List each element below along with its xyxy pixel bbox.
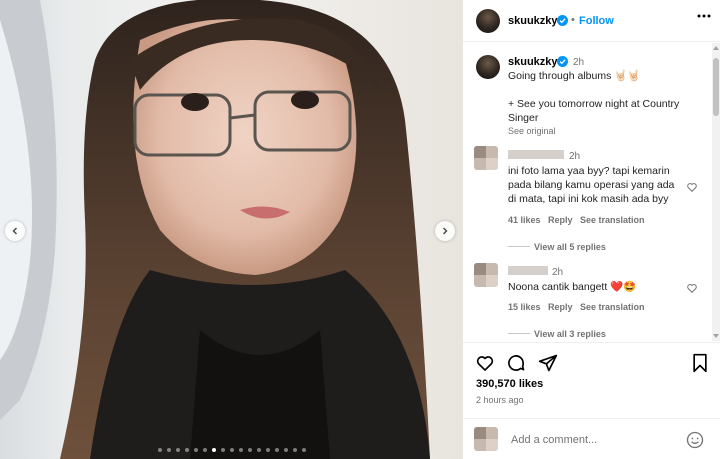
carousel-indicator	[0, 448, 463, 452]
carousel-dot	[193, 448, 198, 452]
carousel-dot	[238, 448, 243, 452]
carousel-dot	[229, 448, 234, 452]
carousel-dot	[256, 448, 261, 452]
more-options-icon[interactable]	[697, 14, 711, 18]
carousel-dot	[301, 448, 306, 452]
carousel-dot	[175, 448, 180, 452]
author-username[interactable]: skuukzky	[508, 15, 558, 27]
smiley-icon[interactable]	[686, 431, 704, 449]
carousel-dot	[274, 448, 279, 452]
likes-count[interactable]: 390,570 likes	[476, 378, 543, 390]
caption-text-line1: Going through albums 🤘🏻🤘🏻	[508, 70, 641, 82]
carousel-dot	[292, 448, 297, 452]
reply-link[interactable]: Reply	[548, 215, 573, 225]
commenter-username-blurred[interactable]	[508, 266, 548, 275]
carousel-dot	[211, 448, 216, 452]
add-comment-input[interactable]: Add a comment...	[511, 434, 597, 446]
comment-like-heart-icon[interactable]	[686, 181, 698, 193]
scroll-down-arrow-icon[interactable]	[713, 334, 719, 338]
post-header: skuukzky • Follow	[463, 0, 720, 42]
author-avatar[interactable]	[476, 9, 500, 33]
carousel-dot	[220, 448, 225, 452]
replies-divider	[508, 246, 530, 247]
separator-dot: •	[571, 14, 575, 26]
caption-text-line3: Singer	[508, 112, 539, 124]
scroll-up-arrow-icon[interactable]	[713, 46, 719, 50]
selfie-image	[0, 0, 463, 459]
carousel-dot	[166, 448, 171, 452]
commenter-avatar[interactable]	[474, 263, 498, 287]
chevron-left-icon	[12, 227, 17, 235]
heart-icon[interactable]	[475, 353, 495, 373]
post-side-panel: skuukzky • Follow skuukzky 2h Going thro…	[463, 0, 720, 459]
add-comment-bar: Add a comment...	[463, 418, 720, 459]
scrollbar-thumb[interactable]	[713, 58, 719, 116]
current-user-avatar	[474, 427, 498, 451]
next-photo-button[interactable]	[435, 221, 455, 241]
carousel-dot	[157, 448, 162, 452]
comment-icon[interactable]	[506, 353, 526, 373]
comment-text-line: ini foto lama yaa byy? tapi kemarin	[508, 165, 670, 177]
carousel-dot	[202, 448, 207, 452]
comment-text-line: di mata, tapi ini kok masih ada byy	[508, 193, 669, 205]
caption-time: 2h	[573, 57, 585, 68]
comment-text-line: pada bilang kamu operasi yang ada	[508, 179, 675, 191]
carousel-dot	[283, 448, 288, 452]
carousel-dot	[247, 448, 252, 452]
commenter-avatar[interactable]	[474, 146, 498, 170]
caption-avatar[interactable]	[476, 55, 500, 79]
bookmark-icon[interactable]	[691, 353, 709, 373]
post-photo[interactable]	[0, 0, 463, 459]
replies-divider	[508, 333, 530, 334]
previous-photo-button[interactable]	[5, 221, 25, 241]
view-replies-link[interactable]: View all 5 replies	[534, 242, 606, 252]
comment-like-heart-icon[interactable]	[686, 282, 698, 294]
carousel-dot	[184, 448, 189, 452]
paper-plane-icon[interactable]	[538, 353, 558, 373]
post-timestamp: 2 hours ago	[476, 395, 524, 405]
see-translation-link[interactable]: See translation	[580, 215, 645, 225]
see-original-link[interactable]: See original	[508, 126, 556, 136]
view-replies-link[interactable]: View all 3 replies	[534, 329, 606, 339]
verified-badge-icon	[557, 15, 568, 26]
reply-link[interactable]: Reply	[548, 302, 573, 312]
comment-time: 2h	[552, 267, 564, 278]
comment-time: 2h	[569, 151, 581, 162]
carousel-dot	[265, 448, 270, 452]
chevron-right-icon	[443, 227, 448, 235]
caption-username[interactable]: skuukzky	[508, 56, 558, 68]
comments-scrollbar[interactable]	[712, 43, 720, 341]
see-translation-link[interactable]: See translation	[580, 302, 645, 312]
verified-badge-icon	[557, 56, 568, 67]
follow-button[interactable]: Follow	[579, 15, 614, 27]
comment-text-line: Noona cantik bangett ❤️🤩	[508, 281, 637, 293]
comments-section[interactable]: skuukzky 2h Going through albums 🤘🏻🤘🏻 + …	[463, 43, 720, 341]
caption-text-line2: + See you tomorrow night at Country	[508, 98, 680, 110]
comment-likes-count[interactable]: 41 likes	[508, 215, 541, 225]
commenter-username-blurred[interactable]	[508, 150, 564, 159]
comment-likes-count[interactable]: 15 likes	[508, 302, 541, 312]
